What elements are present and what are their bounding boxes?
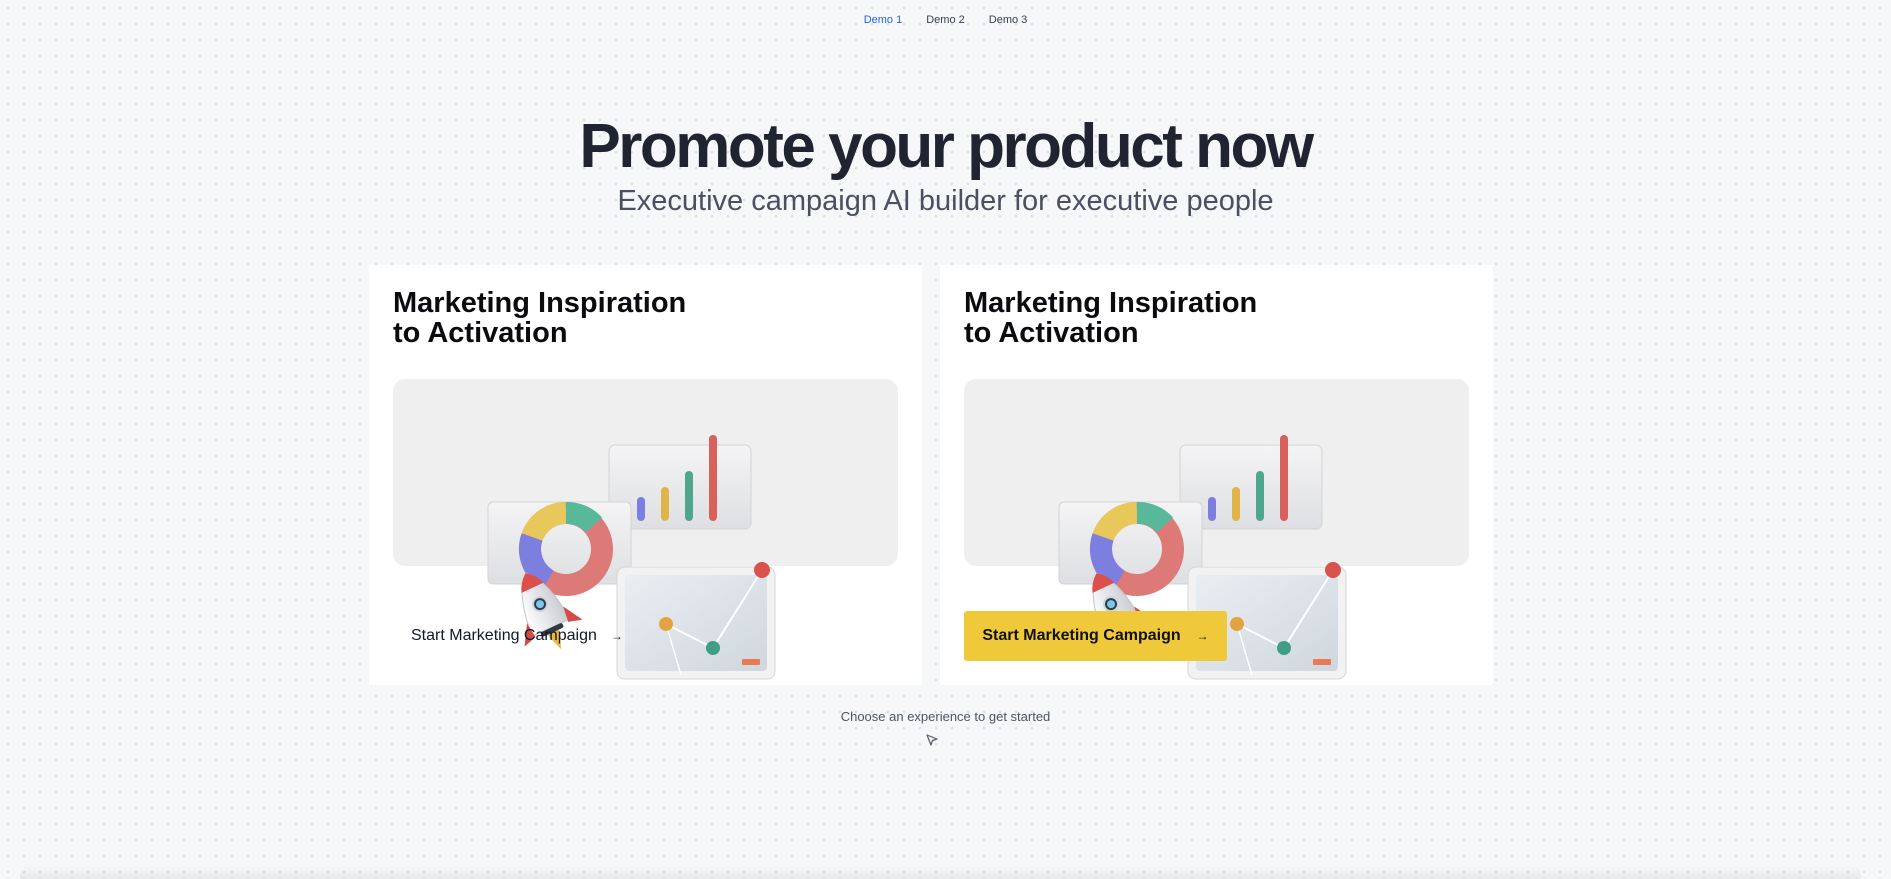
card-title-line-1: Marketing Inspiration bbox=[393, 287, 687, 319]
marketing-analytics-illustration bbox=[1058, 435, 1347, 680]
top-nav: Demo 1 Demo 2 Demo 3 bbox=[0, 0, 1891, 40]
card-title: Marketing Inspiration to Activation bbox=[393, 288, 686, 348]
start-campaign-button[interactable]: Start Marketing Campaign → bbox=[964, 611, 1227, 661]
card-title-line-2: to Activation bbox=[393, 317, 568, 349]
nav-demo-1[interactable]: Demo 1 bbox=[864, 14, 903, 26]
nav-demo-2[interactable]: Demo 2 bbox=[926, 14, 965, 26]
experience-card-1[interactable]: Marketing Inspiration to Activation Star… bbox=[369, 265, 922, 685]
hint-text: Choose an experience to get started bbox=[840, 709, 1051, 724]
hero-subtitle: Executive campaign AI builder for execut… bbox=[617, 185, 1274, 217]
illustration-panel bbox=[964, 379, 1469, 680]
nav-demo-3[interactable]: Demo 3 bbox=[989, 14, 1028, 26]
marketing-analytics-illustration bbox=[487, 435, 776, 680]
start-campaign-label: Start Marketing Campaign bbox=[411, 627, 597, 644]
arrow-right-icon: → bbox=[1196, 629, 1209, 643]
hero-title: Promote your product now bbox=[579, 112, 1314, 181]
card-title-line-1: Marketing Inspiration bbox=[964, 287, 1258, 319]
cursor-pointer-icon bbox=[926, 734, 938, 746]
bottom-shadow bbox=[20, 865, 1861, 879]
start-campaign-label: Start Marketing Campaign bbox=[982, 627, 1181, 644]
start-campaign-button[interactable]: Start Marketing Campaign → bbox=[393, 611, 641, 661]
card-title: Marketing Inspiration to Activation bbox=[964, 288, 1257, 348]
card-title-line-2: to Activation bbox=[964, 317, 1139, 349]
illustration-panel bbox=[393, 379, 898, 680]
arrow-right-icon: → bbox=[610, 629, 623, 643]
experience-card-2[interactable]: Marketing Inspiration to Activation Star… bbox=[940, 265, 1493, 685]
